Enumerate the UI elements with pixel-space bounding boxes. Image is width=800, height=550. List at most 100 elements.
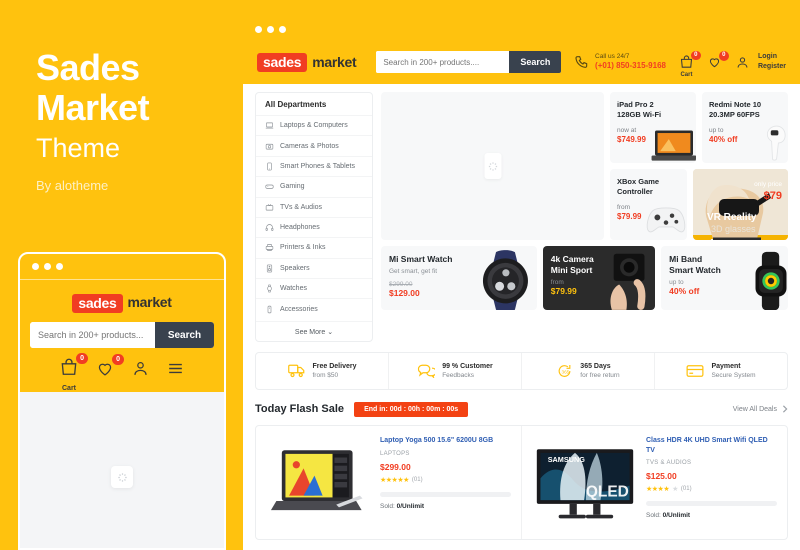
hero-deals-row: Mi Smart Watch Get smart, get fit $299.0… (381, 246, 788, 310)
mobile-logo[interactable]: sades market (30, 294, 214, 313)
flash-sale-list: Laptop Yoga 500 15.6" 6200U 8GB LAPTOPS … (255, 424, 788, 540)
tv-icon (265, 203, 274, 211)
sidebar-item-headphones[interactable]: Headphones (256, 216, 372, 237)
logo-sades-text: sades (72, 294, 123, 313)
deal-title-line2: Mini Sport (550, 265, 593, 276)
tv-product-image: SAMSUNG QLED (536, 449, 633, 519)
promo-name-line1: iPad Pro 2 (617, 100, 654, 109)
window-dot-minimize[interactable] (267, 25, 274, 33)
svg-text:QLED: QLED (585, 484, 628, 501)
window-dot-maximize[interactable] (279, 25, 286, 33)
product-name[interactable]: Laptop Yoga 500 15.6" 6200U 8GB (380, 436, 511, 446)
flash-sale-item-tv[interactable]: SAMSUNG QLED Class HDR 4K UHD Smart Wifi… (522, 426, 787, 539)
review-count: (01) (680, 486, 692, 493)
promo-card-xbox-controller[interactable]: XBox Game Controller from $79.99 (610, 169, 687, 240)
mobile-search-button[interactable]: Search (155, 322, 214, 348)
sidebar-item-label: Watches (280, 285, 307, 293)
product-sold: Sold: 0/Unlimit (380, 503, 511, 510)
sidebar-item-tvs-audios[interactable]: TVs & Audios (256, 196, 372, 217)
mobile-search-bar: Search (30, 322, 214, 348)
mobile-menu-button[interactable] (166, 359, 185, 383)
see-more-button[interactable]: See More ⌄ (256, 320, 372, 336)
product-name[interactable]: Class HDR 4K UHD Smart Wifi QLED TV (646, 436, 777, 456)
brand-title-line2: Market (36, 87, 150, 129)
deal-card-mi-smart-watch[interactable]: Mi Smart Watch Get smart, get fit $299.0… (381, 246, 537, 310)
logo-sades-text: sades (257, 52, 308, 72)
browser-chrome (243, 18, 800, 40)
deal-price: 40% off (669, 286, 700, 297)
feature-subtitle: from $50 (312, 371, 339, 379)
promo-row-2: XBox Game Controller from $79.99 only pr… (610, 169, 788, 240)
laptop-icon (265, 122, 274, 129)
login-link[interactable]: Login (758, 52, 786, 62)
hero-slider[interactable] (381, 92, 604, 240)
spinner-glyph (488, 161, 497, 171)
sidebar-item-accessories[interactable]: Accessories (256, 298, 372, 318)
sidebar-item-laptops-computers[interactable]: Laptops & Computers (256, 115, 372, 135)
promo-card-ipad-pro[interactable]: iPad Pro 2 128GB Wi-Fi now at $749.99 (610, 92, 696, 163)
browser-page: sades market Search Call us 24/7 (+01) 8… (243, 40, 800, 550)
brand-subtitle: Theme (36, 133, 121, 163)
product-category: LAPTOPS (380, 450, 410, 457)
product-info: Class HDR 4K UHD Smart Wifi QLED TV TVS … (646, 436, 777, 529)
deal-title-line1: Mi Band (669, 254, 703, 264)
feature-subtitle: Secure System (711, 371, 756, 379)
deal-card-4k-camera[interactable]: 4k Camera Mini Sport from $79.99 (542, 246, 656, 310)
camera-icon (265, 143, 274, 150)
mobile-mockup-body: sades market Search 0 Cart (20, 280, 224, 548)
sidebar-item-gaming[interactable]: Gaming (256, 176, 372, 196)
sidebar-item-label: Gaming (280, 183, 305, 191)
mobile-cart-button[interactable]: 0 Cart (59, 353, 88, 392)
mobile-wishlist-button[interactable]: 0 (95, 353, 124, 383)
search-input[interactable] (376, 51, 510, 73)
promo-card-redmi-note[interactable]: Redmi Note 10 20.3MP 60FPS up to 40% off (702, 92, 788, 163)
register-link[interactable]: Register (758, 62, 786, 72)
vr-subtitle: 3D glasses (711, 224, 756, 234)
phone-icon (267, 162, 272, 171)
view-all-deals-link[interactable]: View All Deals (733, 405, 788, 413)
mobile-search-input[interactable] (30, 322, 155, 348)
left-promo-panel: Sades Market Theme By alotheme sades mar… (0, 0, 240, 550)
deal-card-mi-band[interactable]: Mi Band Smart Watch up to 40% off (661, 246, 788, 310)
search-button[interactable]: Search (509, 51, 562, 73)
account-button[interactable]: Login Register (735, 52, 786, 72)
star-icon: ★★★★★ (380, 476, 409, 484)
window-dot-close[interactable] (255, 25, 262, 33)
feature-customer-feedback: 99 % Customer Feedbacks (389, 352, 522, 389)
spinner-glyph (117, 472, 127, 482)
sold-label: Sold: (646, 512, 661, 520)
sidebar-item-speakers[interactable]: Speakers (256, 257, 372, 278)
departments-title: All Departments (265, 100, 327, 109)
deal-old-price: $299.00 (389, 281, 413, 289)
deal-title-line2: Smart Watch (669, 265, 721, 276)
browser-window: sades market Search Call us 24/7 (+01) 8… (243, 18, 800, 550)
sidebar-item-cameras-photos[interactable]: Cameras & Photos (256, 135, 372, 155)
sidebar-item-label: Cameras & Photos (280, 142, 339, 150)
call-us-block[interactable]: Call us 24/7 (+01) 850-315-9168 (574, 53, 666, 71)
mobile-wishlist-badge: 0 (112, 353, 124, 365)
star-icon: ★★★★ (646, 486, 670, 494)
speaker-icon (266, 264, 273, 273)
see-more-label: See More (294, 328, 326, 336)
sidebar-item-label: Smart Phones & Tablets (280, 162, 355, 170)
call-us-number: (+01) 850-315-9168 (595, 61, 666, 71)
mobile-account-button[interactable] (131, 359, 150, 383)
site-logo[interactable]: sades market (257, 52, 357, 72)
hero-main: iPad Pro 2 128GB Wi-Fi now at $749.99 Re… (381, 92, 788, 342)
sidebar-item-smart-phones-tablets[interactable]: Smart Phones & Tablets (256, 155, 372, 176)
sidebar-item-watches[interactable]: Watches (256, 278, 372, 298)
truck-icon (287, 364, 304, 378)
promo-price: $749.99 (617, 135, 646, 145)
wishlist-button[interactable]: 0 (707, 51, 729, 69)
product-price: $299.00 (380, 461, 411, 472)
deal-title-line1: 4k Camera (550, 254, 594, 264)
sidebar-item-printers-inks[interactable]: Printers & Inks (256, 237, 372, 257)
promo-card-vr-reality[interactable]: only price $79 VR Reality 3D glasses (693, 169, 788, 240)
chevron-right-icon (782, 405, 788, 413)
loading-spinner-icon (484, 153, 501, 179)
chevron-down-icon: ⌄ (327, 328, 334, 336)
cart-button[interactable]: 0 Cart (679, 50, 701, 78)
flash-sale-item-laptop[interactable]: Laptop Yoga 500 15.6" 6200U 8GB LAPTOPS … (256, 425, 522, 539)
svg-text:365: 365 (562, 369, 570, 374)
brand-byline: By alotheme (36, 178, 109, 193)
